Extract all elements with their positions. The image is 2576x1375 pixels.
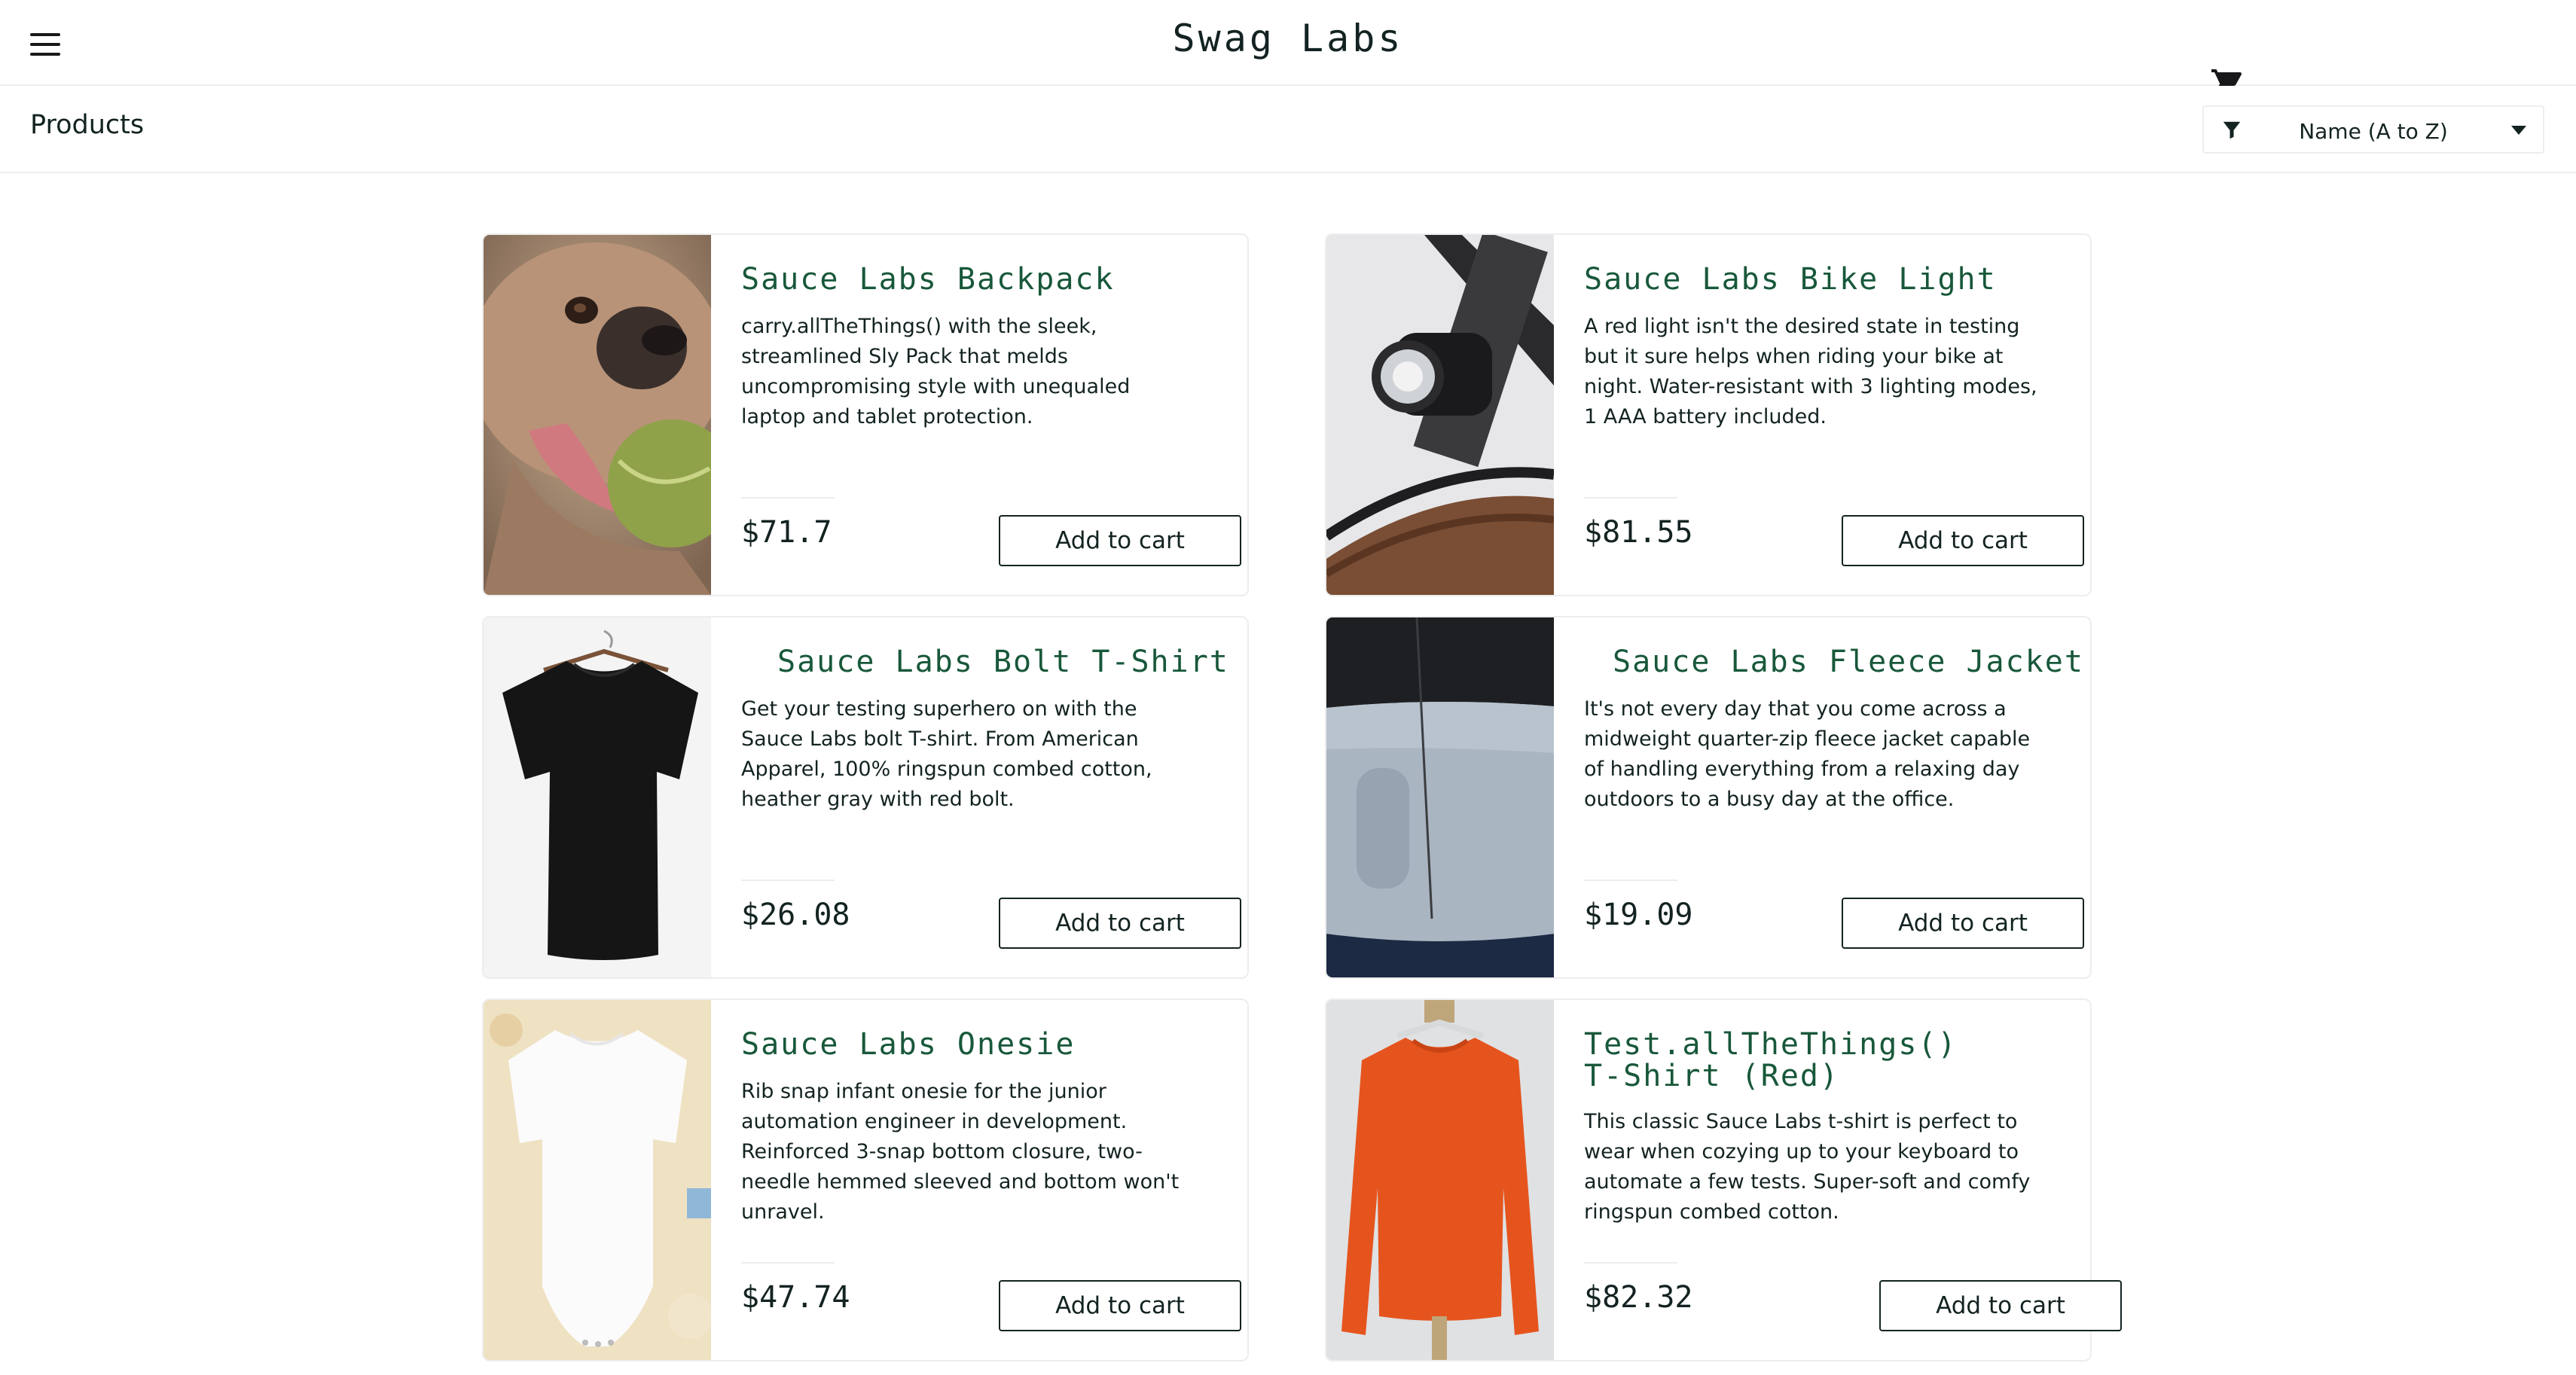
product-description: A red light isn't the desired state in t… (1584, 315, 2037, 428)
inventory-item: Sauce Labs Bike Light A red light isn't … (1325, 233, 2092, 596)
product-price: $71.7 (741, 515, 832, 550)
price-divider (741, 497, 835, 498)
price-divider (1584, 1262, 1677, 1264)
secondary-header: Products Name (A to Z) (0, 86, 2576, 173)
product-price: $81.55 (1584, 515, 1693, 550)
page-title: Products (30, 110, 145, 140)
product-image-onesie[interactable] (484, 1000, 711, 1360)
price-divider (741, 1262, 835, 1264)
app-logo-title: Swag Labs (1172, 17, 1404, 60)
product-description: It's not every day that you come across … (1584, 697, 2031, 811)
product-description: carry.allTheThings() with the sleek, str… (741, 315, 1131, 428)
primary-header: Swag Labs (0, 0, 2576, 99)
black-tshirt-image (484, 617, 711, 977)
product-description: Get your testing superhero on with the S… (741, 697, 1152, 811)
bike-light-image (1326, 235, 1554, 595)
pug-image (484, 235, 711, 595)
filter-icon (2223, 121, 2241, 139)
product-name[interactable]: Test.allTheThings() T-Shirt (Red) (1584, 1029, 2006, 1092)
product-image-bike-light[interactable] (1326, 235, 1554, 595)
add-to-cart-button[interactable]: Add to cart (999, 515, 1241, 566)
inventory-item: Sauce Labs Bolt T-Shirt Get your testing… (482, 616, 1249, 979)
product-description: This classic Sauce Labs t-shirt is perfe… (1584, 1110, 2031, 1224)
inventory-item: Sauce Labs Backpack carry.allTheThings()… (482, 233, 1249, 596)
product-price: $82.32 (1584, 1280, 1693, 1315)
price-divider (741, 880, 835, 881)
add-to-cart-button[interactable]: Add to cart (1842, 515, 2084, 566)
inventory-item: Test.allTheThings() T-Shirt (Red) This c… (1325, 998, 2122, 1361)
product-name[interactable]: Sauce Labs Bolt T-Shirt (777, 646, 1259, 678)
chevron-down-icon (2511, 126, 2526, 135)
product-name[interactable]: Sauce Labs Onesie (741, 1029, 1223, 1060)
product-description: Rib snap infant onesie for the junior au… (741, 1080, 1180, 1224)
onesie-image (484, 1000, 711, 1360)
red-sweatshirt-image (1326, 1000, 1554, 1360)
add-to-cart-button[interactable]: Add to cart (999, 898, 1241, 949)
inventory-item: Sauce Labs Fleece Jacket It's not every … (1325, 616, 2092, 979)
price-divider (1584, 497, 1677, 498)
product-price: $26.08 (741, 898, 850, 932)
product-name[interactable]: Sauce Labs Backpack (741, 264, 1223, 295)
product-image-backpack[interactable] (484, 235, 711, 595)
product-name[interactable]: Sauce Labs Bike Light (1584, 264, 2066, 295)
add-to-cart-button[interactable]: Add to cart (1842, 898, 2084, 949)
sort-selected-label: Name (A to Z) (2299, 119, 2448, 144)
sort-dropdown[interactable]: Name (A to Z) (2202, 105, 2544, 154)
product-image-bolt-tshirt[interactable] (484, 617, 711, 977)
inventory-item: Sauce Labs Onesie Rib snap infant onesie… (482, 998, 1249, 1361)
fleece-jacket-image (1326, 617, 1554, 977)
add-to-cart-button[interactable]: Add to cart (1879, 1280, 2122, 1331)
product-price: $19.09 (1584, 898, 1693, 932)
price-divider (1584, 880, 1677, 881)
product-name[interactable]: Sauce Labs Fleece Jacket (1613, 646, 2095, 678)
add-to-cart-button[interactable]: Add to cart (999, 1280, 1241, 1331)
product-image-fleece-jacket[interactable] (1326, 617, 1554, 977)
product-price: $47.74 (741, 1280, 850, 1315)
product-image-red-tshirt[interactable] (1326, 1000, 1554, 1360)
